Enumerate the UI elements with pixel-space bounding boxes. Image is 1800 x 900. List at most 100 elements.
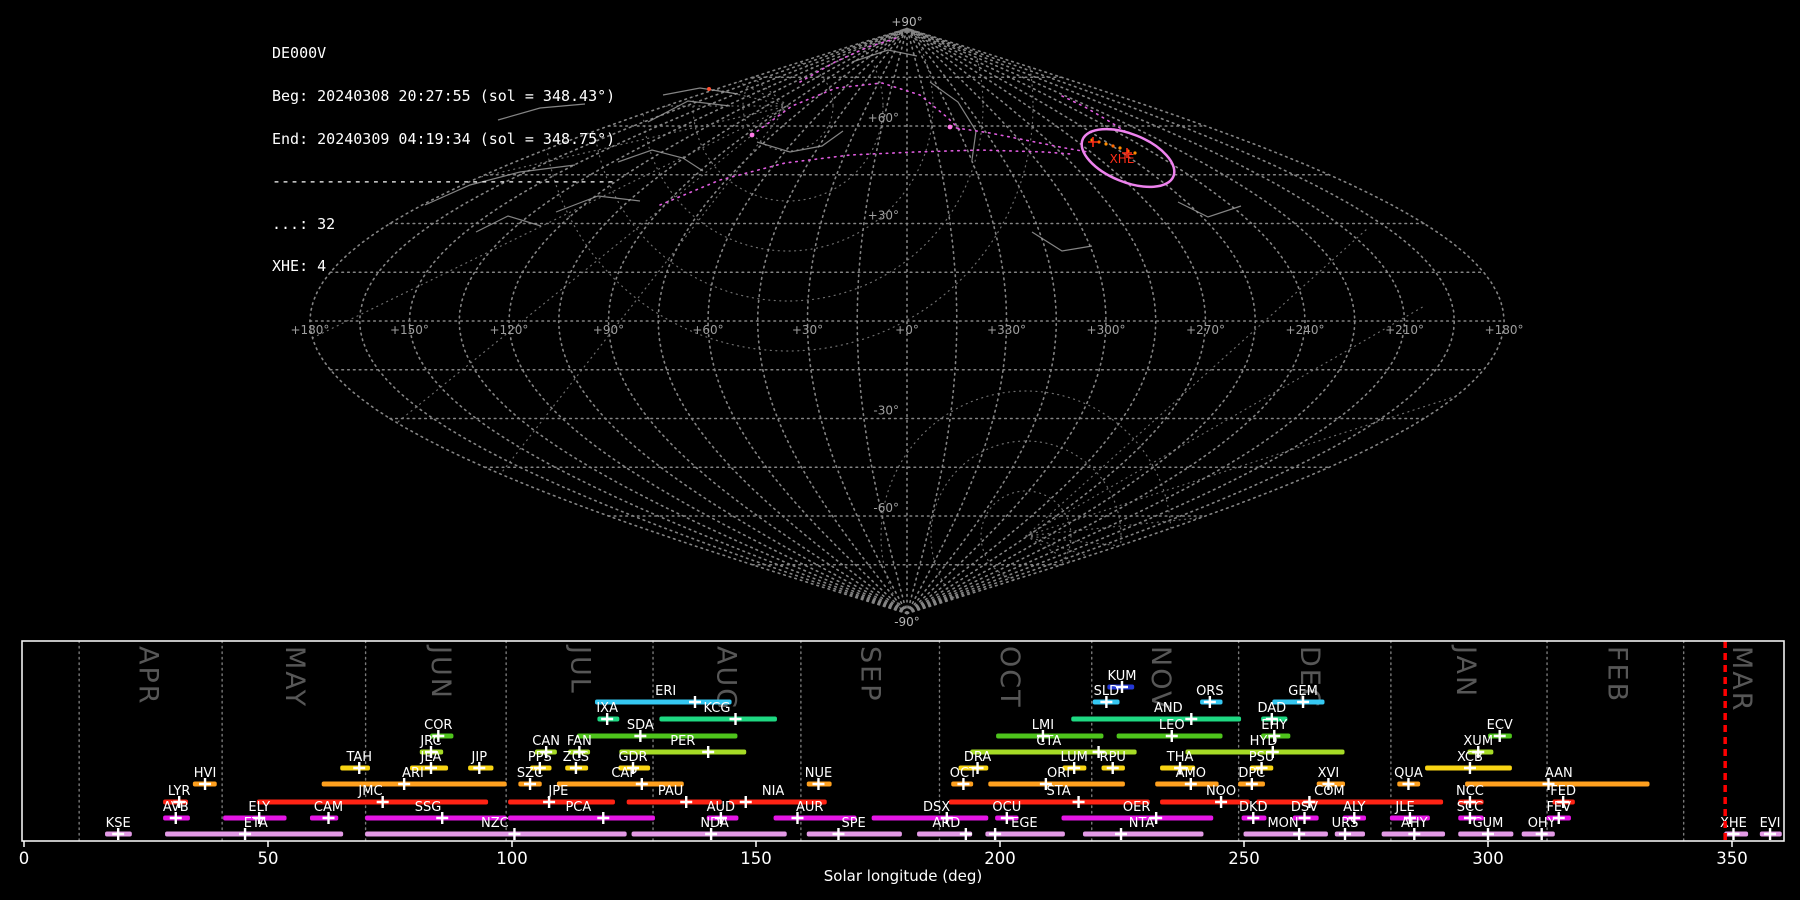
shower-code-label: PAU xyxy=(658,784,683,799)
longitude-label: +270° xyxy=(1186,323,1225,337)
sporadic-count: ...: 32 xyxy=(272,214,336,233)
equatorial-grid-line xyxy=(1025,393,1465,537)
north-pole-label: +90° xyxy=(891,15,922,29)
longitude-label: +120° xyxy=(489,323,528,337)
shower-code-label: TAH xyxy=(345,750,372,765)
xhe-meteor-dot xyxy=(1111,144,1115,148)
shower-code-label: CAP xyxy=(611,766,637,781)
shower-code-label: OHY xyxy=(1528,816,1556,831)
axis-tick-label: 250 xyxy=(1228,849,1260,868)
shower-code-label: NUE xyxy=(805,766,832,781)
shower-NOO: NOO xyxy=(1160,784,1250,808)
shower-activity-bar xyxy=(1071,716,1242,722)
shower-code-label: RPU xyxy=(1100,750,1126,765)
shower-LEO: LEO xyxy=(1116,718,1223,742)
xhe-count: XHE: 4 xyxy=(272,257,327,276)
shower-NDA: NDA xyxy=(631,816,787,840)
shower-code-label: HYD xyxy=(1250,734,1278,749)
longitude-label: +60° xyxy=(692,323,723,337)
trail-endpoint-dot xyxy=(749,132,755,138)
shower-code-label: GUM xyxy=(1473,816,1504,831)
shower-code-label: XVI xyxy=(1318,766,1340,781)
shower-peak-marker xyxy=(1185,713,1198,725)
shower-STA: STA xyxy=(948,784,1150,808)
shower-code-label: SCC xyxy=(1457,800,1483,815)
shower-code-label: PPS xyxy=(528,750,552,765)
xhe-meteor-dot xyxy=(1104,142,1108,146)
shower-code-label: PCA xyxy=(565,800,591,815)
month-label: JUN xyxy=(425,644,456,700)
shower-activity-bar xyxy=(256,799,489,805)
shower-code-label: DPC xyxy=(1238,766,1265,781)
shower-code-label: NDA xyxy=(700,816,729,831)
shower-code-label: PSU xyxy=(1249,750,1275,765)
shower-activity-bar xyxy=(576,733,738,739)
shower-code-label: ERI xyxy=(655,684,676,699)
month-label: MAY xyxy=(279,646,310,708)
axis-tick-label: 300 xyxy=(1472,849,1504,868)
month-label: SEP xyxy=(855,646,886,702)
shower-code-label: EGE xyxy=(1011,816,1038,831)
shower-code-label: LMI xyxy=(1032,718,1054,733)
month-label: OCT xyxy=(994,646,1025,709)
shower-OCT: OCT xyxy=(950,766,977,790)
shower-code-label: ALY xyxy=(1343,800,1365,815)
begin-time: Beg: 20240308 20:27:55 (sol = 348.43°) xyxy=(272,87,616,106)
xhe-meteor-dot xyxy=(1118,146,1122,150)
shower-code-label: NIA xyxy=(762,784,785,799)
longitude-label: +90° xyxy=(593,323,624,337)
shower-code-label: SZC xyxy=(517,766,543,781)
longitude-label: +0° xyxy=(895,323,919,337)
shower-CAM: CAM xyxy=(309,800,343,824)
shower-code-label: ORS xyxy=(1196,684,1224,699)
shower-code-label: LEO xyxy=(1159,718,1185,733)
shower-code-label: FEV xyxy=(1546,800,1571,815)
shower-activity-bar xyxy=(871,815,989,821)
shower-code-label: JIP xyxy=(471,750,488,765)
longitude-label: +180° xyxy=(290,323,329,337)
longitude-label: +300° xyxy=(1087,323,1126,337)
shower-HVI: HVI xyxy=(192,766,217,790)
axis-tick-label: 50 xyxy=(258,849,279,868)
shower-peak-marker xyxy=(702,746,715,758)
shower-code-label: SDA xyxy=(627,718,654,733)
xhe-radiant-label: XHE xyxy=(1110,152,1135,166)
shower-code-label: NOO xyxy=(1206,784,1236,799)
shower-code-label: SSG xyxy=(415,800,442,815)
axis-title: Solar longitude (deg) xyxy=(824,867,982,885)
shower-code-label: EHY xyxy=(1261,718,1287,733)
shower-peak-marker xyxy=(635,778,648,790)
longitude-label: +210° xyxy=(1385,323,1424,337)
shower-code-label: LUM xyxy=(1061,750,1088,765)
shower-code-label: JMC xyxy=(357,784,382,799)
equatorial-grid-line xyxy=(1025,487,1485,537)
shower-code-label: ARD xyxy=(932,816,960,831)
shower-QUA: QUA xyxy=(1394,766,1423,790)
shower-activity-bar xyxy=(321,781,507,787)
axis-tick-label: 150 xyxy=(740,849,772,868)
shower-code-label: AUD xyxy=(707,800,735,815)
shower-code-label: NZC xyxy=(481,816,509,831)
shower-JMC: JMC xyxy=(256,784,489,808)
constellation-line xyxy=(1177,201,1242,218)
shower-code-label: MON xyxy=(1267,816,1298,831)
shower-code-label: ZCS xyxy=(563,750,589,765)
shower-code-label: GDR xyxy=(618,750,647,765)
shower-code-label: CAM xyxy=(314,800,343,815)
shower-code-label: JRC xyxy=(419,734,441,749)
shower-AVB: AVB xyxy=(163,800,190,824)
shower-activity-bar xyxy=(508,815,655,821)
trail-endpoint-dot xyxy=(947,124,953,130)
shower-SLD: SLD xyxy=(1092,684,1120,708)
shower-NUE: NUE xyxy=(805,766,832,790)
month-label: APR xyxy=(132,646,163,706)
shower-code-label: DSV xyxy=(1291,800,1318,815)
month-label: FEB xyxy=(1601,646,1632,703)
shower-code-label: JPE xyxy=(547,784,568,799)
xhe-radiant-cross xyxy=(1088,137,1098,147)
month-label: JUL xyxy=(564,644,595,695)
shower-OHY: OHY xyxy=(1521,816,1556,840)
shower-code-label: SLD xyxy=(1094,684,1120,699)
shower-activity-bar xyxy=(508,799,615,805)
shower-KCG: KCG xyxy=(659,701,777,725)
